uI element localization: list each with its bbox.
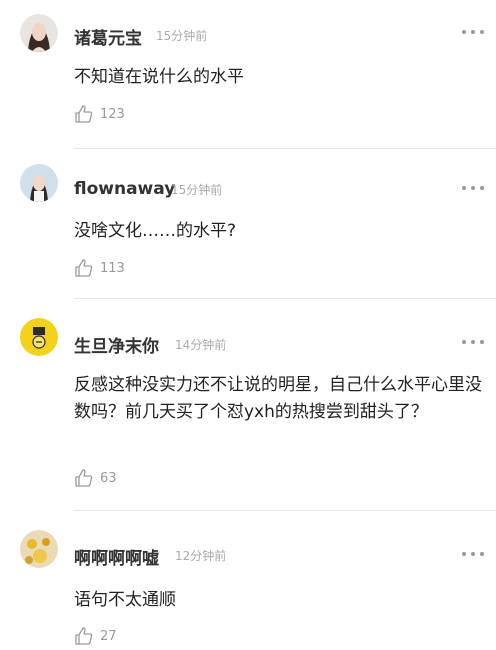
divider [74, 148, 496, 149]
comment-item: 诸葛元宝 15分钟前 不知道在说什么的水平 123 [0, 0, 496, 150]
like-button[interactable]: 27 [74, 626, 117, 646]
timestamp: 14分钟前 [175, 338, 227, 352]
username[interactable]: flownaway [74, 179, 175, 199]
like-button[interactable]: 123 [74, 104, 125, 124]
woman-profile-avatar-icon [20, 164, 58, 202]
yellow-pattern-avatar-icon [20, 530, 58, 568]
avatar[interactable] [20, 530, 58, 568]
comment-item: flownaway 15分钟前 没啥文化……的水平? 113 [0, 150, 496, 300]
timestamp: 12分钟前 [175, 549, 227, 563]
like-count: 113 [100, 260, 125, 276]
like-count: 27 [100, 628, 117, 644]
username[interactable]: 诸葛元宝 [74, 24, 142, 49]
username[interactable]: 生旦净末你 [74, 332, 159, 357]
more-options-icon[interactable] [462, 184, 484, 192]
woman-portrait-avatar-icon [20, 14, 58, 52]
comment-item: 生旦净末你 14分钟前 反感这种没实力还不让说的明星，自己什么水平心里没数吗？前… [0, 300, 496, 512]
username[interactable]: 啊啊啊啊嘘 [74, 544, 159, 569]
comment-item: 啊啊啊啊嘘 12分钟前 语句不太通顺 27 [0, 512, 496, 650]
comment-text: 没啥文化……的水平? [74, 221, 237, 241]
more-options-icon[interactable] [462, 28, 484, 36]
yellow-cartoon-avatar-icon [20, 318, 58, 356]
like-count: 63 [100, 470, 117, 486]
more-options-icon[interactable] [462, 550, 484, 558]
comment-text: 反感这种没实力还不让说的明星，自己什么水平心里没数吗？前几天买了个怼yxh的热搜… [74, 375, 482, 422]
avatar[interactable] [20, 164, 58, 202]
comment-text: 不知道在说什么的水平 [74, 67, 244, 87]
timestamp: 15分钟前 [171, 183, 223, 197]
avatar[interactable] [20, 318, 58, 356]
avatar[interactable] [20, 14, 58, 52]
thumbs-up-icon [75, 469, 93, 487]
comment-text: 语句不太通顺 [74, 590, 176, 610]
like-count: 123 [100, 106, 125, 122]
thumbs-up-icon [75, 105, 93, 123]
like-button[interactable]: 113 [74, 258, 125, 278]
thumbs-up-icon [75, 259, 93, 277]
timestamp: 15分钟前 [156, 29, 208, 43]
like-button[interactable]: 63 [74, 468, 117, 488]
divider [74, 510, 496, 511]
thumbs-up-icon [75, 627, 93, 645]
more-options-icon[interactable] [462, 338, 484, 346]
divider [74, 298, 496, 299]
